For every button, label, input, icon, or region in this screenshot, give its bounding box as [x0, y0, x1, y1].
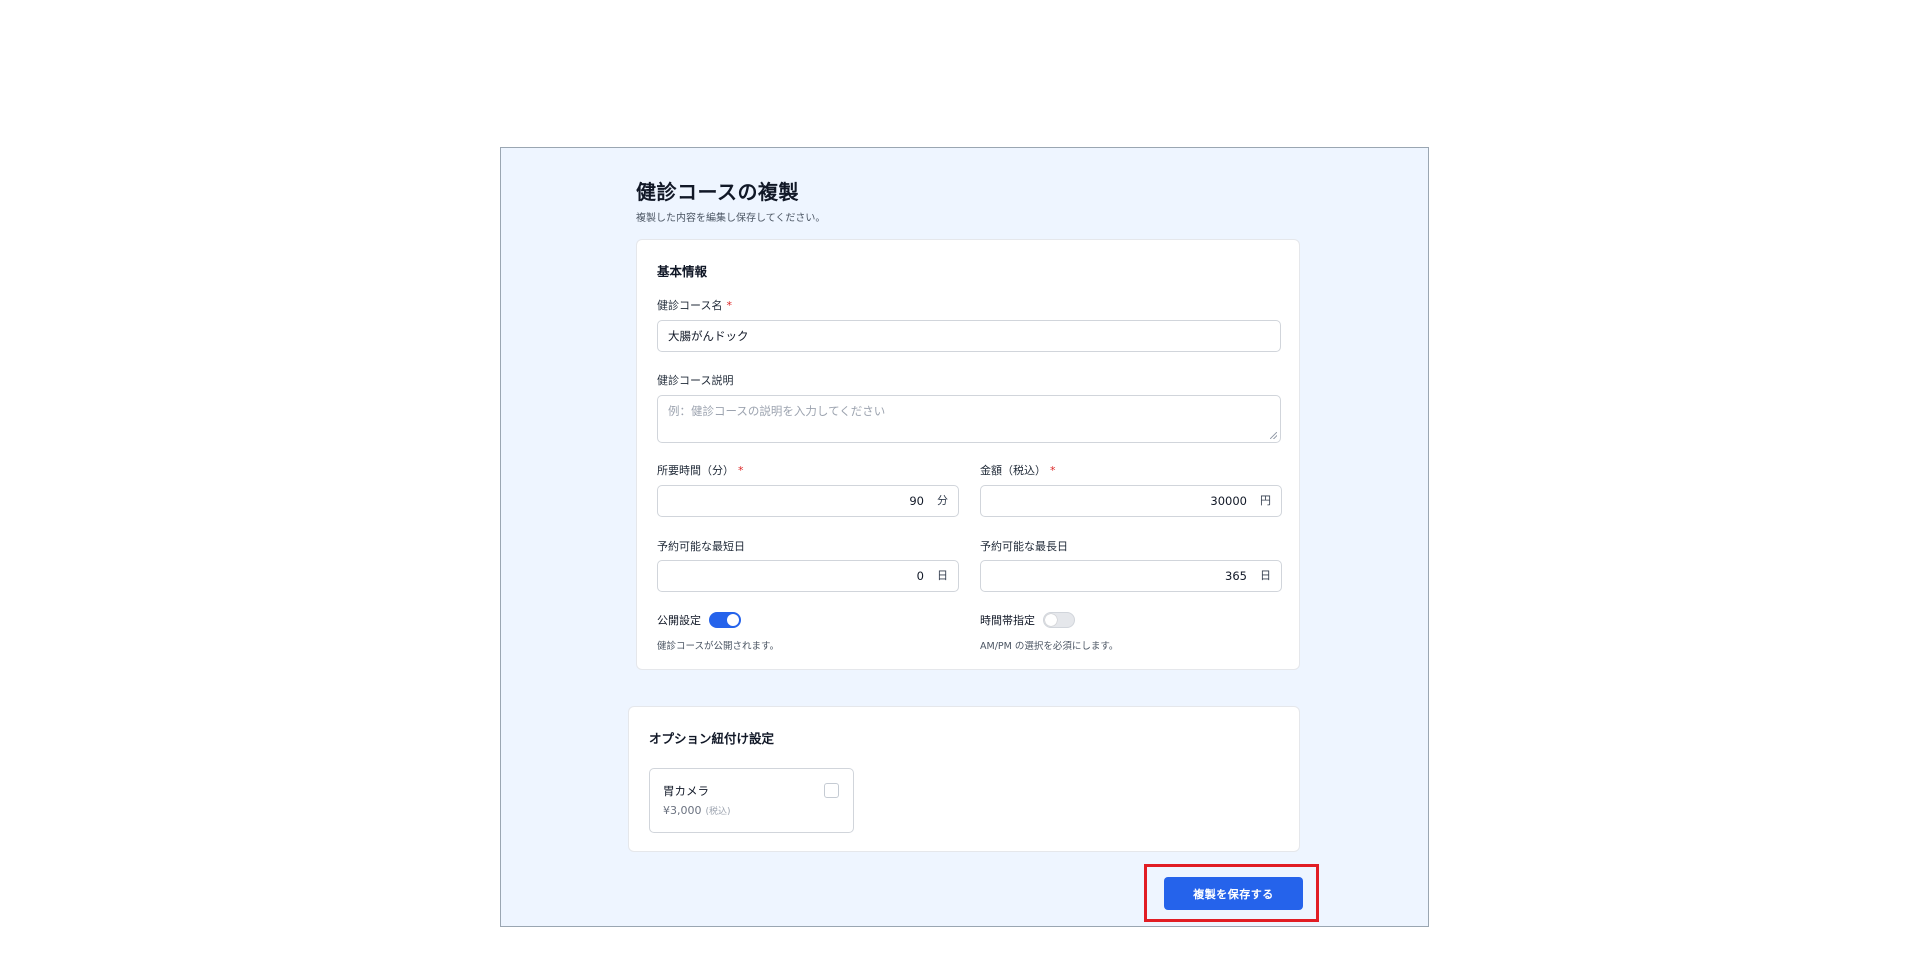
price-unit: 円: [1260, 494, 1271, 507]
option-item-price-value: ¥3,000: [663, 804, 702, 817]
option-item-checkbox[interactable]: [824, 783, 839, 798]
option-item-name: 胃カメラ: [663, 784, 709, 798]
publish-toggle[interactable]: [709, 612, 741, 628]
min-days-value: 0: [916, 569, 924, 583]
duration-label: 所要時間（分） *: [657, 462, 744, 478]
course-name-label: 健診コース名 *: [657, 297, 732, 313]
publish-help: 健診コースが公開されます。: [657, 641, 780, 652]
max-days-unit: 日: [1260, 569, 1271, 582]
max-days-value: 365: [1225, 569, 1247, 583]
price-input[interactable]: 30000 円: [980, 485, 1282, 517]
option-item-price: ¥3,000 (税込): [663, 804, 731, 817]
price-value: 30000: [1210, 494, 1247, 508]
basic-info-card: 基本情報 健診コース名 * 大腸がんドック 健診コース説明 例：健診コースの説明を…: [636, 239, 1300, 670]
course-name-label-text: 健診コース名: [657, 299, 723, 312]
toggle-knob: [1045, 614, 1057, 626]
max-days-input[interactable]: 365 日: [980, 560, 1282, 592]
required-mark: *: [1050, 464, 1056, 477]
time-slot-setting: 時間帯指定: [980, 612, 1075, 628]
time-slot-label: 時間帯指定: [980, 614, 1035, 627]
required-mark: *: [726, 299, 732, 312]
publish-setting: 公開設定: [657, 612, 741, 628]
publish-label: 公開設定: [657, 614, 701, 627]
course-description-placeholder: 例：健診コースの説明を入力してください: [668, 404, 886, 418]
course-description-label: 健診コース説明: [657, 374, 734, 387]
min-days-unit: 日: [937, 569, 948, 582]
option-link-card: オプション紐付け設定 胃カメラ ¥3,000 (税込): [628, 706, 1300, 852]
toggle-knob: [727, 614, 739, 626]
min-days-label: 予約可能な最短日: [657, 540, 745, 553]
duration-unit: 分: [937, 494, 948, 507]
option-link-title: オプション紐付け設定: [649, 731, 775, 746]
option-item[interactable]: 胃カメラ ¥3,000 (税込): [649, 768, 854, 833]
page-subtitle: 複製した内容を編集し保存してください。: [636, 213, 826, 224]
required-mark: *: [738, 464, 744, 477]
basic-info-title: 基本情報: [657, 264, 708, 279]
duration-label-text: 所要時間（分）: [657, 464, 734, 477]
resize-handle-icon[interactable]: [1270, 432, 1277, 439]
time-slot-help: AM/PM の選択を必須にします。: [980, 641, 1119, 652]
max-days-label: 予約可能な最長日: [980, 540, 1068, 553]
course-description-textarea[interactable]: 例：健診コースの説明を入力してください: [657, 395, 1281, 443]
course-name-input[interactable]: 大腸がんドック: [657, 320, 1281, 352]
min-days-input[interactable]: 0 日: [657, 560, 959, 592]
price-label-text: 金額（税込）: [980, 464, 1046, 477]
time-slot-toggle[interactable]: [1043, 612, 1075, 628]
duration-input[interactable]: 90 分: [657, 485, 959, 517]
clone-course-panel: 健診コースの複製 複製した内容を編集し保存してください。 基本情報 健診コース名…: [500, 147, 1429, 927]
page-title: 健診コースの複製: [636, 180, 799, 204]
price-label: 金額（税込） *: [980, 462, 1056, 478]
save-copy-button[interactable]: 複製を保存する: [1164, 877, 1303, 910]
duration-value: 90: [909, 494, 924, 508]
option-item-tax-note: (税込): [705, 807, 731, 817]
